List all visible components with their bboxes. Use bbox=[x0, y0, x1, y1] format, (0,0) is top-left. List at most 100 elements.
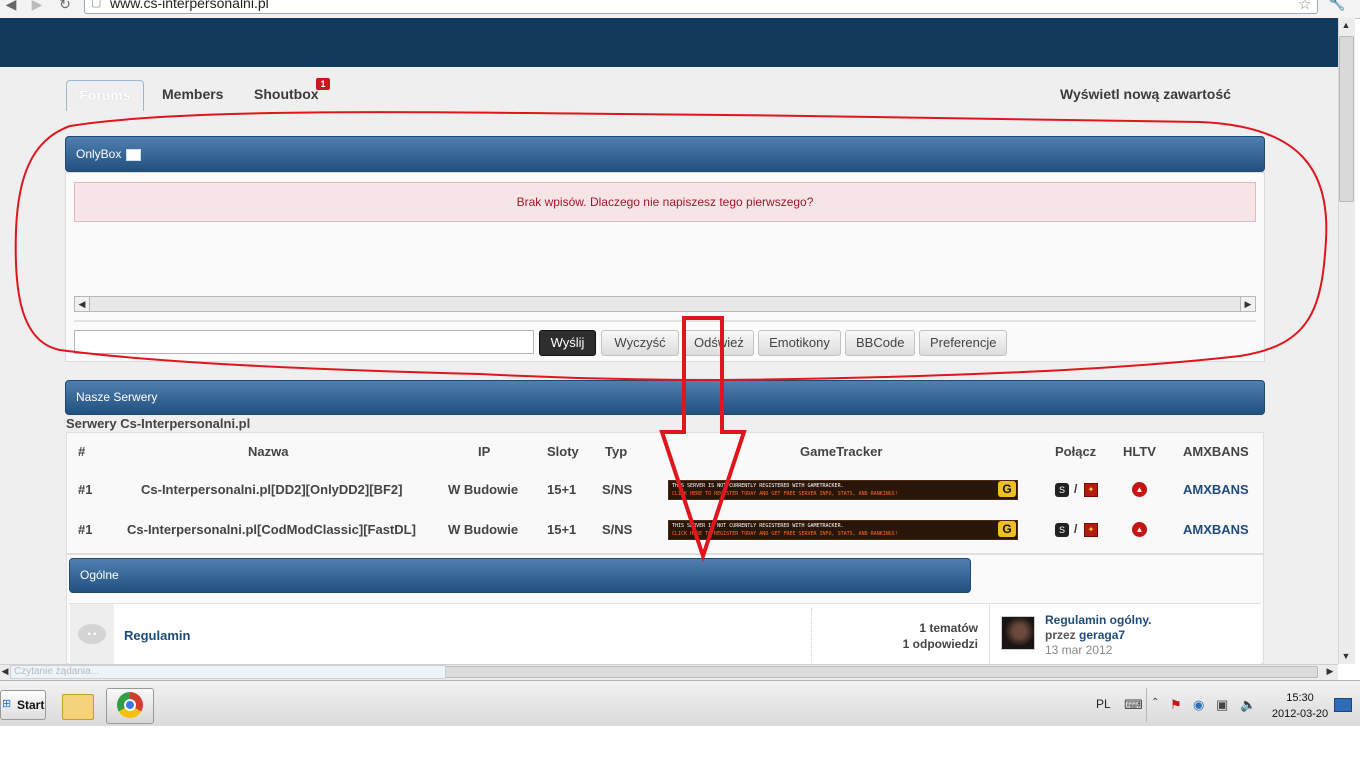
new-content-link[interactable]: Wyświetl nową zawartość bbox=[1060, 80, 1231, 110]
last-post-info: Regulamin ogólny. przez geraga7 13 mar 2… bbox=[1045, 613, 1151, 658]
last-post-author[interactable]: geraga7 bbox=[1079, 628, 1125, 642]
amxbans-link[interactable]: AMXBANS bbox=[1183, 522, 1249, 537]
hltv-icon[interactable]: ▲ bbox=[1132, 482, 1147, 497]
server-slots: 15+1 bbox=[547, 522, 577, 537]
tab-members[interactable]: Members bbox=[162, 80, 223, 110]
server-type: S/NS bbox=[602, 522, 633, 537]
gametracker-line: CLICK HERE TO REGISTER TODAY AND GET FRE… bbox=[672, 531, 898, 537]
server-number: #1 bbox=[78, 522, 93, 537]
connect-separator: / bbox=[1074, 522, 1078, 536]
column-header: HLTV bbox=[1123, 444, 1156, 459]
server-type: S/NS bbox=[602, 482, 633, 497]
column-header: # bbox=[78, 444, 86, 459]
network-icon[interactable]: ▣ bbox=[1216, 697, 1228, 713]
volume-icon[interactable]: 🔈 bbox=[1240, 697, 1256, 713]
scroll-left-icon[interactable]: ◀ bbox=[0, 666, 10, 677]
steam-icon[interactable]: S bbox=[1055, 523, 1069, 537]
onlybox-title: OnlyBox bbox=[76, 147, 122, 161]
show-desktop-button[interactable] bbox=[1334, 698, 1352, 712]
tab-forums[interactable]: Forums bbox=[66, 80, 144, 111]
notification-badge: 1 bbox=[316, 78, 330, 90]
reply-count: 1 odpowiedzi bbox=[902, 637, 978, 651]
scroll-right-icon[interactable]: ▶ bbox=[1322, 666, 1338, 677]
refresh-button[interactable]: Odśwież bbox=[683, 330, 754, 356]
server-name[interactable]: Cs-Interpersonalni.pl[DD2][OnlyDD2][BF2] bbox=[141, 482, 402, 497]
hlsw-icon[interactable]: ✦ bbox=[1084, 523, 1098, 537]
clock-time[interactable]: 15:30 bbox=[1270, 692, 1330, 704]
wrench-icon[interactable]: 🔧 bbox=[1328, 0, 1345, 12]
server-ip: W Budowie bbox=[448, 522, 519, 537]
hltv-icon[interactable]: ▲ bbox=[1132, 522, 1147, 537]
category-header[interactable]: Ogólne bbox=[69, 558, 971, 593]
column-header: Połącz bbox=[1055, 444, 1097, 459]
scroll-down-icon[interactable]: ▼ bbox=[1338, 651, 1354, 661]
amxbans-link[interactable]: AMXBANS bbox=[1183, 482, 1249, 497]
gametracker-line: THIS SERVER IS NOT CURRENTLY REGISTERED … bbox=[672, 523, 844, 529]
column-header: AMXBANS bbox=[1183, 444, 1249, 459]
clear-button[interactable]: Wyczyść bbox=[601, 330, 679, 356]
column-header: GameTracker bbox=[800, 444, 883, 459]
topic-count: 1 tematów bbox=[919, 621, 978, 635]
vertical-scroll-thumb[interactable] bbox=[1339, 36, 1354, 202]
speech-bubble-icon: • • bbox=[78, 624, 106, 644]
flag-icon[interactable]: ⚑ bbox=[1170, 697, 1182, 713]
server-name[interactable]: Cs-Interpersonalni.pl[CodModClassic][Fas… bbox=[127, 522, 416, 537]
chrome-icon-center bbox=[124, 699, 136, 711]
address-url[interactable]: www.cs-interpersonalni.pl bbox=[110, 0, 269, 11]
language-indicator[interactable]: PL bbox=[1096, 697, 1111, 711]
shoutbox-horizontal-scrollbar[interactable] bbox=[74, 296, 1256, 312]
column-header: IP bbox=[478, 444, 491, 459]
shoutbox-input[interactable] bbox=[74, 330, 534, 354]
hlsw-icon[interactable]: ✦ bbox=[1084, 483, 1098, 497]
server-ip: W Budowie bbox=[448, 482, 519, 497]
scroll-right-icon[interactable]: ▶ bbox=[1240, 296, 1256, 312]
empty-shoutbox-message: Brak wpisów. Dlaczego nie napiszesz tego… bbox=[74, 182, 1256, 222]
keyboard-icon[interactable]: ⌨ bbox=[1124, 697, 1143, 713]
onlybox-header: OnlyBox bbox=[65, 136, 1265, 172]
server-number: #1 bbox=[78, 482, 93, 497]
status-bar: Czytanie żądania... bbox=[10, 665, 446, 679]
last-post-by-label: przez bbox=[1045, 628, 1076, 642]
bbcode-button[interactable]: BBCode bbox=[845, 330, 915, 356]
reload-icon[interactable]: ↻ bbox=[56, 0, 74, 13]
gametracker-banner[interactable]: THIS SERVER IS NOT CURRENTLY REGISTERED … bbox=[668, 480, 1018, 500]
gametracker-line: CLICK HERE TO REGISTER TODAY AND GET FRE… bbox=[672, 491, 898, 497]
divider bbox=[811, 608, 813, 662]
windows-logo-icon: ⊞ bbox=[2, 698, 12, 710]
scroll-left-icon[interactable]: ◀ bbox=[74, 296, 90, 312]
clock-date[interactable]: 2012-03-20 bbox=[1268, 708, 1332, 720]
divider bbox=[1146, 688, 1147, 722]
site-header bbox=[0, 18, 1338, 67]
divider bbox=[74, 320, 1256, 322]
servers-section-title: Serwery Cs-Interpersonalni.pl bbox=[66, 416, 251, 431]
last-post-date: 13 mar 2012 bbox=[1045, 643, 1113, 657]
column-header: Typ bbox=[605, 444, 628, 459]
gametracker-banner[interactable]: THIS SERVER IS NOT CURRENTLY REGISTERED … bbox=[668, 520, 1018, 540]
connect-separator: / bbox=[1074, 482, 1078, 496]
last-post-title[interactable]: Regulamin ogólny. bbox=[1045, 613, 1151, 628]
send-button[interactable]: Wyślij bbox=[539, 330, 596, 356]
servers-header: Nasze Serwery bbox=[65, 380, 1265, 415]
back-icon[interactable]: ◀ bbox=[2, 0, 20, 13]
steam-icon[interactable]: S bbox=[1055, 483, 1069, 497]
forum-stats: 1 tematów 1 odpowiedzi bbox=[830, 620, 978, 652]
popup-window-icon[interactable] bbox=[125, 148, 141, 161]
gametracker-line: THIS SERVER IS NOT CURRENTLY REGISTERED … bbox=[672, 483, 844, 489]
preferences-button[interactable]: Preferencje bbox=[919, 330, 1007, 356]
emoticons-button[interactable]: Emotikony bbox=[758, 330, 841, 356]
network-icon[interactable]: ◉ bbox=[1193, 697, 1204, 713]
page-icon: ▢ bbox=[91, 0, 102, 9]
tab-shoutbox[interactable]: Shoutbox bbox=[254, 80, 319, 110]
column-header: Sloty bbox=[547, 444, 579, 459]
forward-icon[interactable]: ▶ bbox=[28, 0, 46, 13]
star-icon[interactable]: ☆ bbox=[1298, 0, 1311, 13]
show-hidden-icons[interactable]: ⌃ bbox=[1151, 697, 1159, 708]
avatar[interactable] bbox=[1001, 616, 1035, 650]
gametracker-logo-icon: G bbox=[998, 481, 1016, 497]
address-bar[interactable] bbox=[84, 0, 1318, 14]
folder-icon[interactable] bbox=[62, 694, 94, 720]
scroll-up-icon[interactable]: ▲ bbox=[1338, 20, 1354, 30]
column-header: Nazwa bbox=[248, 444, 289, 459]
server-slots: 15+1 bbox=[547, 482, 577, 497]
forum-link[interactable]: Regulamin bbox=[124, 628, 190, 643]
